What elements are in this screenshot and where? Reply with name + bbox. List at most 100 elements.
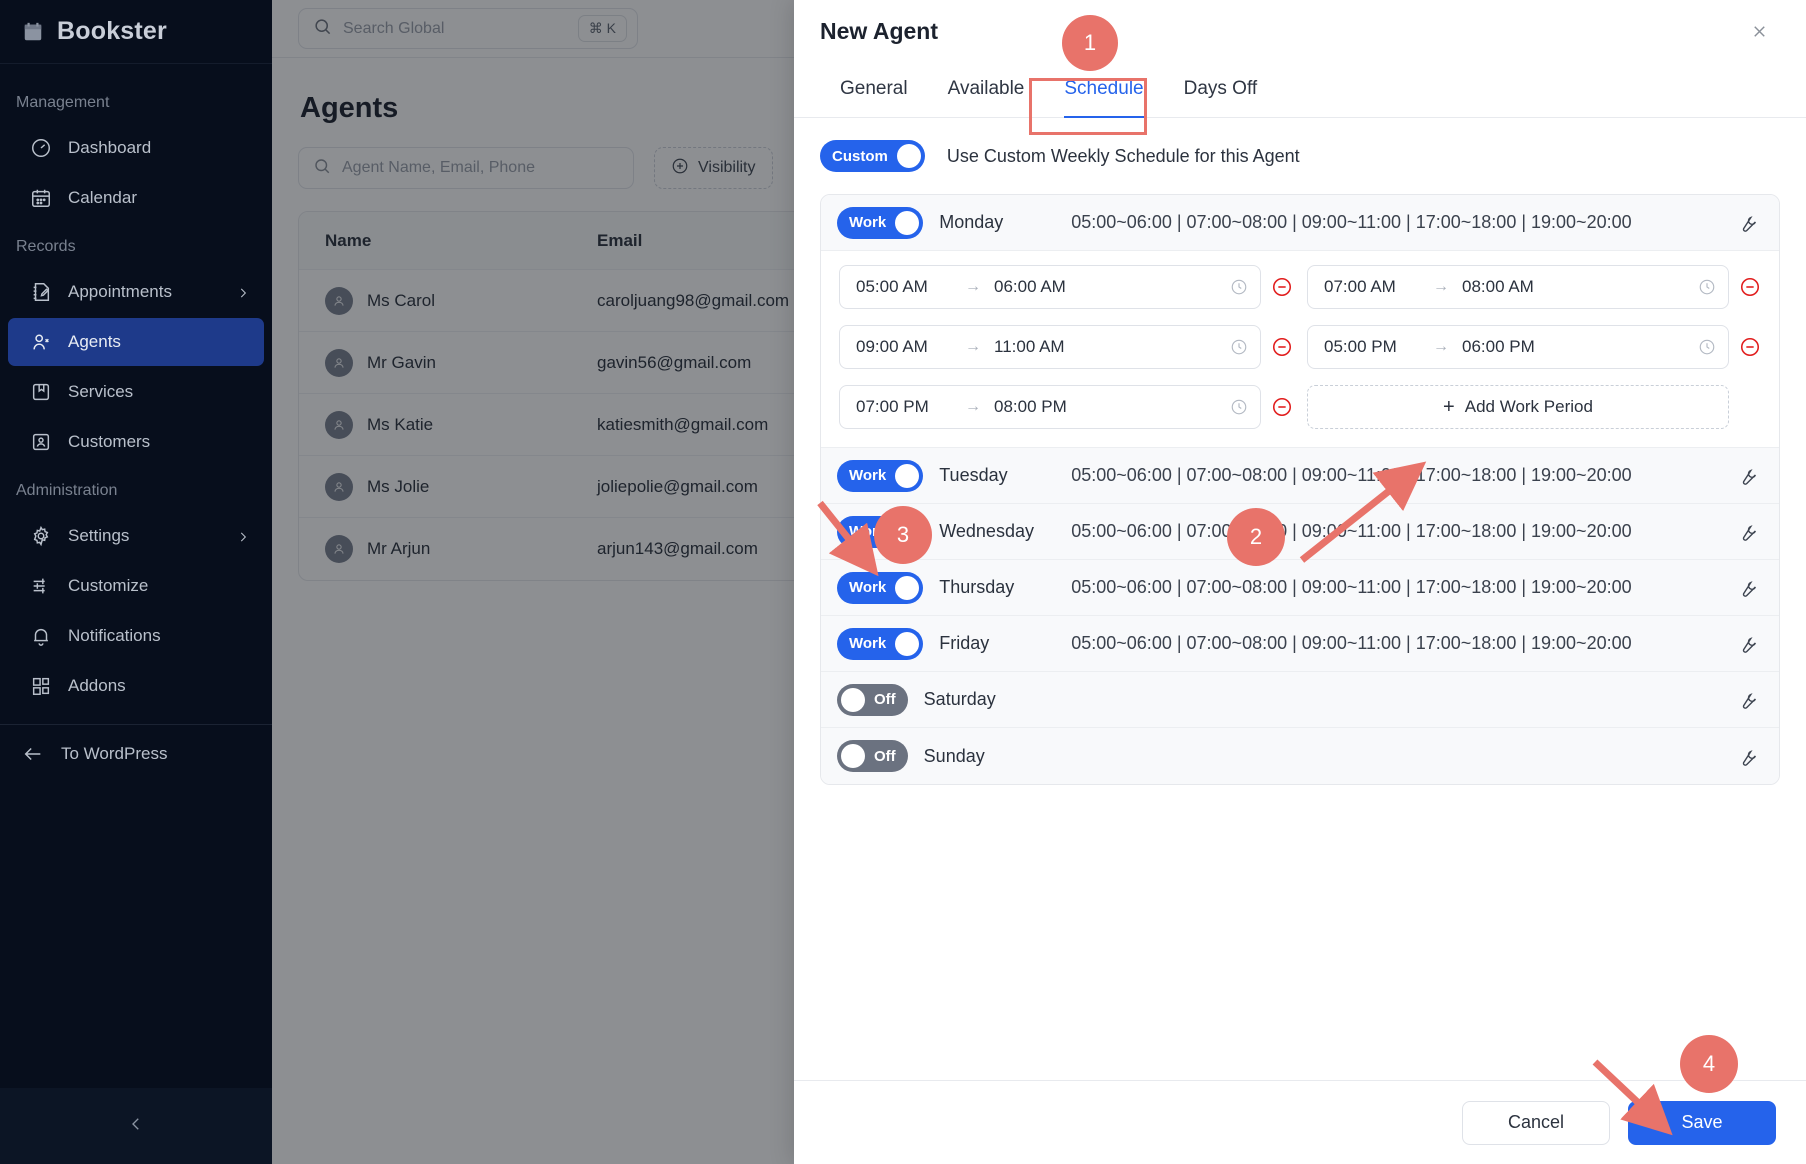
work-period-4: 05:00 PM → 06:00 PM xyxy=(1307,325,1761,369)
clock-icon[interactable] xyxy=(1698,278,1716,296)
tab-available[interactable]: Available xyxy=(928,62,1045,117)
remove-period-button[interactable] xyxy=(1271,276,1293,298)
custom-schedule-toggle[interactable]: Custom xyxy=(820,140,925,172)
add-work-period-button[interactable]: + Add Work Period xyxy=(1307,385,1729,429)
sidebar-item-label: Addons xyxy=(68,676,126,695)
toggle-label: Work xyxy=(849,214,887,231)
day-row-friday: Work Friday 05:00~06:00 | 07:00~08:00 | … xyxy=(821,616,1779,672)
chevron-right-icon xyxy=(236,285,250,299)
tab-general[interactable]: General xyxy=(820,62,928,117)
wrench-icon[interactable] xyxy=(1735,465,1761,486)
sidebar-item-agents[interactable]: Agents xyxy=(8,318,264,366)
toggle-knob xyxy=(895,463,920,488)
clock-icon[interactable] xyxy=(1698,338,1716,356)
sidebar-item-label: Dashboard xyxy=(68,138,152,157)
remove-period-button[interactable] xyxy=(1271,336,1293,358)
arrow-right-icon: → xyxy=(965,398,981,415)
time-to: 08:00 AM xyxy=(1462,277,1534,296)
day-toggle-sunday[interactable]: Off xyxy=(837,740,908,772)
work-period-1: 05:00 AM → 06:00 AM xyxy=(839,265,1293,309)
annotation-number: 3 xyxy=(896,522,910,547)
wrench-icon[interactable] xyxy=(1735,521,1761,542)
monday-work-periods: 05:00 AM → 06:00 AM 07:00 AM → 08:00 AM … xyxy=(821,251,1779,448)
toggle-knob xyxy=(841,744,865,768)
time-range-input[interactable]: 05:00 PM → 06:00 PM xyxy=(1307,325,1729,369)
sidebar-item-appointments[interactable]: Appointments xyxy=(8,268,264,316)
sidebar-item-to-wordpress[interactable]: To WordPress xyxy=(0,725,272,783)
tab-schedule[interactable]: Schedule xyxy=(1044,62,1163,118)
day-name: Thursday xyxy=(939,577,1015,597)
time-from: 05:00 PM xyxy=(1324,337,1397,356)
package-icon xyxy=(30,381,52,403)
arrow-right-icon: → xyxy=(1433,338,1449,355)
modal-footer: Cancel Save xyxy=(794,1080,1806,1164)
chevron-right-icon xyxy=(236,529,250,543)
clock-icon[interactable] xyxy=(1230,278,1248,296)
sidebar-item-customize[interactable]: Customize xyxy=(8,562,264,610)
sidebar-item-dashboard[interactable]: Dashboard xyxy=(8,124,264,172)
modal-header: New Agent xyxy=(794,0,1806,62)
wrench-icon[interactable] xyxy=(1735,633,1761,654)
toggle-label: Work xyxy=(849,579,887,596)
time-range-input[interactable]: 07:00 PM → 08:00 PM xyxy=(839,385,1261,429)
sidebar-item-notifications[interactable]: Notifications xyxy=(8,612,264,660)
sidebar-item-services[interactable]: Services xyxy=(8,368,264,416)
day-schedule-summary: 05:00~06:00 | 07:00~08:00 | 09:00~11:00 … xyxy=(1071,212,1632,232)
wrench-icon[interactable] xyxy=(1735,577,1761,598)
clock-icon[interactable] xyxy=(1230,338,1248,356)
bell-icon xyxy=(30,625,52,647)
annotation-badge-4: 4 xyxy=(1680,1035,1738,1093)
day-toggle-thursday[interactable]: Work xyxy=(837,571,924,604)
arrow-right-icon: → xyxy=(1433,278,1449,295)
clock-icon[interactable] xyxy=(1230,398,1248,416)
sliders-icon xyxy=(30,575,52,597)
time-range-input[interactable]: 09:00 AM → 11:00 AM xyxy=(839,325,1261,369)
toggle-knob xyxy=(841,687,865,712)
add-work-period-label: Add Work Period xyxy=(1464,397,1593,416)
tab-days-off[interactable]: Days Off xyxy=(1164,62,1278,117)
day-row-thursday: Work Thursday 05:00~06:00 | 07:00~08:00 … xyxy=(821,560,1779,616)
time-from: 09:00 AM xyxy=(856,337,928,356)
cancel-button[interactable]: Cancel xyxy=(1462,1100,1610,1145)
calendar-icon xyxy=(22,21,44,43)
toggle-knob xyxy=(895,575,920,600)
work-period-5: 07:00 PM → 08:00 PM xyxy=(839,385,1293,429)
day-toggle-monday[interactable]: Work xyxy=(837,206,924,239)
remove-period-button[interactable] xyxy=(1739,276,1761,298)
day-toggle-friday[interactable]: Work xyxy=(837,627,924,660)
work-period-3: 09:00 AM → 11:00 AM xyxy=(839,325,1293,369)
wrench-icon[interactable] xyxy=(1735,212,1761,233)
wrench-icon[interactable] xyxy=(1735,689,1761,710)
modal-tabs: General Available Schedule Days Off xyxy=(794,62,1806,118)
day-toggle-tuesday[interactable]: Work xyxy=(837,459,924,492)
sidebar-collapse-button[interactable] xyxy=(0,1088,272,1164)
close-icon[interactable] xyxy=(1742,14,1776,48)
arrow-left-icon xyxy=(22,743,44,765)
toggle-knob xyxy=(895,210,920,235)
annotation-badge-3: 3 xyxy=(874,506,932,564)
sidebar-item-addons[interactable]: Addons xyxy=(8,662,264,710)
time-to: 08:00 PM xyxy=(994,397,1067,416)
time-range-input[interactable]: 07:00 AM → 08:00 AM xyxy=(1307,265,1729,309)
sidebar-item-label: Appointments xyxy=(68,282,172,301)
day-row-sunday: Off Sunday xyxy=(821,728,1779,784)
annotation-number: 2 xyxy=(1249,524,1263,549)
toggle-label: Off xyxy=(874,691,896,708)
sidebar-item-settings[interactable]: Settings xyxy=(8,512,264,560)
custom-schedule-row: Custom Use Custom Weekly Schedule for th… xyxy=(820,140,1780,172)
day-name: Tuesday xyxy=(939,465,1008,485)
wrench-icon[interactable] xyxy=(1735,746,1761,767)
time-from: 07:00 AM xyxy=(1324,277,1396,296)
remove-period-button[interactable] xyxy=(1739,336,1761,358)
remove-period-button[interactable] xyxy=(1271,396,1293,418)
sidebar-item-customers[interactable]: Customers xyxy=(8,418,264,466)
sidebar-item-label: Customize xyxy=(68,576,149,595)
custom-schedule-description: Use Custom Weekly Schedule for this Agen… xyxy=(946,145,1300,166)
brand-name: Bookster xyxy=(57,17,167,45)
add-work-period-cell: + Add Work Period xyxy=(1307,385,1761,429)
sidebar-section-records: Records xyxy=(16,238,76,255)
time-range-input[interactable]: 05:00 AM → 06:00 AM xyxy=(839,265,1261,309)
sidebar-item-calendar[interactable]: Calendar xyxy=(8,174,264,222)
save-button[interactable]: Save xyxy=(1628,1100,1776,1145)
day-toggle-saturday[interactable]: Off xyxy=(837,683,908,716)
